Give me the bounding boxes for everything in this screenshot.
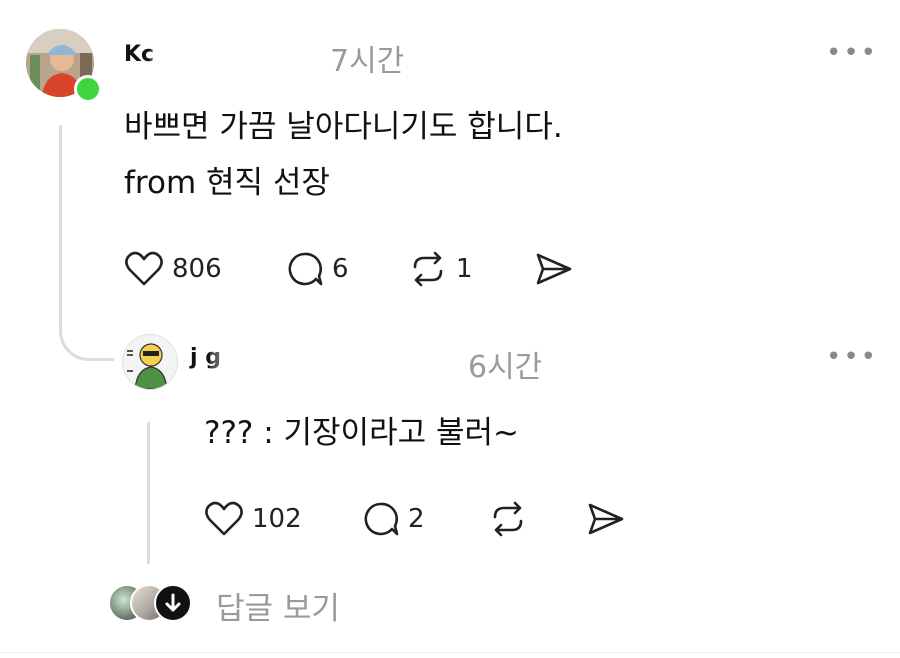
thread-line-curve [59,310,114,361]
reply-user-avatar[interactable] [122,334,178,390]
comment-count: 6 [332,254,349,284]
reply-comment-button[interactable]: 2 [362,500,425,538]
thread-line-main [59,125,62,325]
thread-line-reply [147,422,150,564]
share-button[interactable] [534,250,574,288]
online-status-dot [74,75,102,103]
send-icon [588,503,624,535]
more-options-icon[interactable]: ••• [826,38,878,68]
repost-button[interactable]: 1 [408,250,473,288]
heart-icon [205,501,243,536]
comment-button[interactable]: 6 [286,250,349,288]
send-icon [536,253,572,285]
repost-icon [413,251,443,287]
like-count: 806 [172,254,222,284]
reply-like-button[interactable]: 102 [204,500,302,538]
reply-more-options-icon[interactable]: ••• [826,342,878,372]
reply-comment-count: 2 [408,504,425,534]
arrow-down-icon [154,584,192,622]
username-redaction [150,36,320,76]
reply-text: ??? : 기장이라고 불러~ [204,415,519,451]
repost-icon [493,501,523,537]
like-button[interactable]: 806 [124,250,222,288]
comment-bubble-icon [288,252,323,286]
view-replies-avatars[interactable] [108,584,194,622]
reply-time: 6시간 [468,350,543,385]
post-text-line-1: 바쁘면 가끔 날아다니기도 합니다. [124,109,563,145]
heart-icon [125,251,163,286]
reply-username-redaction [210,338,450,382]
repost-count: 1 [456,254,473,284]
bottom-divider [0,652,900,653]
reply-like-count: 102 [252,504,302,534]
post-time: 7시간 [330,44,405,79]
reply-repost-button[interactable] [488,500,528,538]
post-text-line-2: from 현직 선장 [124,165,330,201]
reply-share-button[interactable] [586,500,626,538]
view-replies-link[interactable]: 답글 보기 [216,583,340,628]
avatar-image [123,335,177,389]
comment-bubble-icon [364,502,399,536]
